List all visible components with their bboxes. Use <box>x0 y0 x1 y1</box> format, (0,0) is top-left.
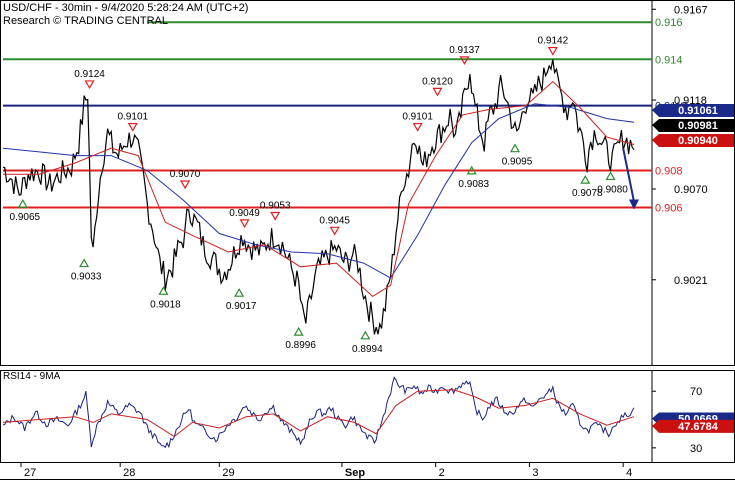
price-badge-label: 0.90940 <box>678 135 718 147</box>
x-tick-label: 29 <box>222 467 234 479</box>
price-badge-label: 0.90981 <box>678 120 718 132</box>
x-tick-label: 3 <box>532 467 538 479</box>
chart-title: USD/CHF - 30min - 9/4/2020 5:28:24 AM (U… <box>3 2 248 14</box>
rsi-panel: RSI14 - 9MA703050.066947.6784 <box>0 370 735 463</box>
swing-high-marker <box>127 122 138 132</box>
level-label: 0.906 <box>655 203 683 215</box>
research-credit: Research © TRADING CENTRAL <box>3 15 168 27</box>
rsi-badge-label: 47.6784 <box>678 421 719 433</box>
swing-high-marker <box>459 56 470 66</box>
chart-window: 0.91670.91180.90700.90210.9160.9140.9115… <box>0 0 735 480</box>
swing-low-label: 0.9095 <box>502 157 533 168</box>
swing-low-label: 0.8994 <box>352 344 383 355</box>
swing-high-marker <box>84 80 95 90</box>
swing-high-label: 0.9045 <box>319 215 350 226</box>
swing-low-label: 0.8996 <box>285 340 316 351</box>
x-tick-label: 4 <box>626 467 632 479</box>
swing-high-label: 0.9101 <box>118 112 149 123</box>
rsi-y-tick-label: 70 <box>690 386 702 398</box>
rsi-panel-frame <box>0 370 735 463</box>
swing-low-label: 0.9017 <box>226 301 257 312</box>
ema-red-line <box>3 80 635 298</box>
swing-low-marker <box>17 199 28 208</box>
price-line <box>2 59 635 335</box>
swing-high-label: 0.9101 <box>402 112 433 123</box>
swing-high-marker <box>412 122 423 132</box>
swing-low-marker <box>79 258 90 268</box>
swing-low-marker <box>605 171 616 181</box>
swing-high-label: 0.9120 <box>422 76 453 87</box>
x-tick-label: 2 <box>439 467 445 479</box>
x-tick-label: Sep <box>345 467 365 479</box>
x-axis: 27 28 29 Sep 2 3 4 <box>0 462 735 480</box>
chart-svg: 0.91670.91180.90700.90210.9160.9140.9115… <box>0 0 735 480</box>
swing-high-label: 0.9137 <box>449 45 480 56</box>
swing-high-marker <box>270 211 281 221</box>
level-label: 0.908 <box>655 165 683 177</box>
swing-high-marker <box>547 46 558 56</box>
swing-high-marker <box>180 180 191 190</box>
rsi-title: RSI14 - 9MA <box>3 371 61 382</box>
rsi-ma-line <box>2 389 635 438</box>
swing-high-label: 0.9053 <box>260 200 291 211</box>
level-label: 0.914 <box>655 54 683 66</box>
swing-low-label: 0.9018 <box>150 299 181 310</box>
price-y-tick-label: 0.9021 <box>674 275 708 287</box>
price-badge-label: 0.91061 <box>678 105 718 117</box>
swing-low-marker <box>360 330 371 340</box>
level-label: 0.916 <box>655 17 683 29</box>
rsi-y-tick-label: 30 <box>690 443 702 455</box>
rsi-line <box>2 376 635 449</box>
price-y-tick-label: 0.9167 <box>674 4 708 16</box>
swing-high-marker <box>239 219 250 229</box>
swing-low-label: 0.9083 <box>458 179 489 190</box>
swing-low-marker <box>234 287 245 297</box>
swing-high-label: 0.9049 <box>229 208 260 219</box>
swing-high-marker <box>329 226 340 236</box>
x-tick-label: 28 <box>123 467 135 479</box>
price-panel: 0.91670.91180.90700.90210.9160.9140.9115… <box>0 0 735 366</box>
swing-low-marker <box>293 326 304 336</box>
swing-low-label: 0.9033 <box>71 272 102 283</box>
swing-low-marker <box>509 143 521 153</box>
swing-high-label: 0.9070 <box>170 169 201 180</box>
swing-high-label: 0.9142 <box>538 36 569 47</box>
ema-blue-line <box>2 103 635 279</box>
swing-low-label: 0.9065 <box>10 212 41 223</box>
swing-low-marker <box>580 174 591 184</box>
price-y-tick-label: 0.9070 <box>674 184 708 196</box>
swing-high-label: 0.9124 <box>74 69 105 80</box>
x-tick-label: 27 <box>24 467 36 479</box>
swing-low-label: 0.9080 <box>597 184 628 195</box>
swing-high-marker <box>432 87 443 97</box>
